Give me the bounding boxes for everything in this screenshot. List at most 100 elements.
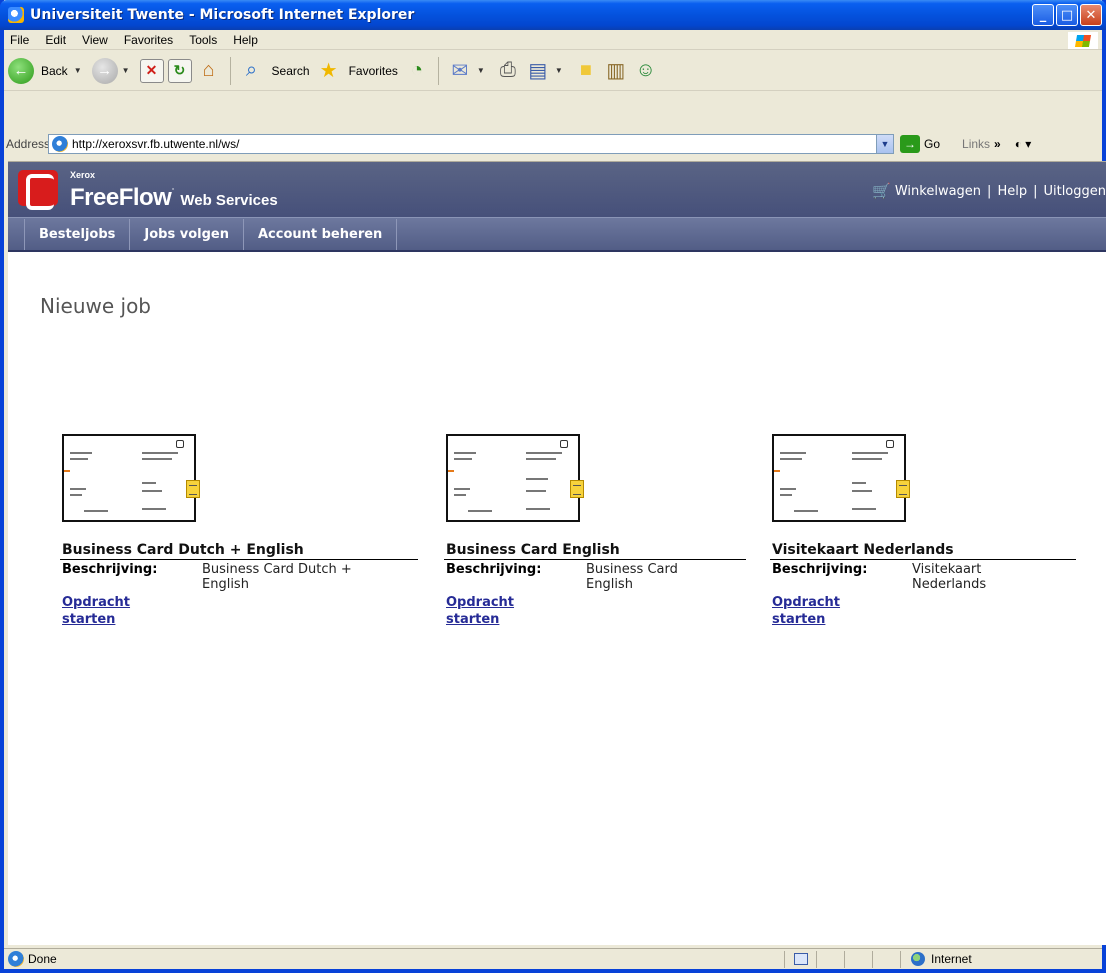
menu-edit[interactable]: Edit — [37, 33, 74, 47]
menu-help[interactable]: Help — [225, 33, 266, 47]
job-description: Beschrijving: Business Card English — [444, 562, 746, 592]
ie-icon — [8, 951, 24, 967]
windows-logo-icon — [1068, 32, 1098, 49]
status-text: Done — [28, 952, 57, 966]
thumb-line — [142, 482, 156, 484]
thumb-line — [852, 452, 888, 454]
status-bar: Done Internet — [4, 948, 1102, 969]
business-card-thumbnail[interactable] — [62, 434, 200, 522]
back-button-label[interactable]: Back — [41, 64, 68, 78]
thumb-line — [454, 488, 470, 490]
thumb-line — [454, 452, 476, 454]
help-link[interactable]: Help — [997, 184, 1027, 199]
zone-label: Internet — [931, 952, 972, 966]
history-icon[interactable]: ◔ — [404, 58, 430, 84]
separator: | — [1033, 183, 1038, 199]
stop-icon[interactable]: ✕ — [139, 58, 164, 83]
back-icon[interactable]: ← — [8, 57, 34, 84]
thumb-line — [142, 508, 166, 510]
thumb-line — [852, 508, 876, 510]
thumb-line — [454, 494, 466, 496]
start-job-link[interactable]: Opdracht starten — [444, 594, 534, 628]
thumb-line — [526, 458, 556, 460]
search-icon[interactable]: ⌕ — [239, 58, 265, 84]
thumb-accent — [448, 470, 454, 472]
back-dropdown-icon[interactable]: ▼ — [74, 66, 82, 75]
mail-icon[interactable]: ✉ — [447, 58, 473, 84]
messenger-icon[interactable]: ☺ — [633, 58, 659, 84]
job-title: Business Card English — [444, 542, 746, 560]
favorites-icon[interactable]: ★ — [316, 58, 342, 84]
page-viewport: Xerox FreeFlow˙ Web Services 🛒 Winkelwag… — [8, 161, 1106, 945]
business-card-thumbnail[interactable] — [772, 434, 910, 522]
thumb-line — [70, 458, 88, 460]
description-value: Business Card Dutch + English — [202, 562, 352, 592]
discuss-icon[interactable]: ■ — [573, 58, 599, 84]
thumb-line — [794, 510, 818, 512]
chevron-right-icon[interactable]: » — [994, 137, 1001, 151]
edit-icon[interactable]: ▤ — [525, 58, 551, 84]
thumb-line — [70, 488, 86, 490]
toolbar-separator — [229, 56, 231, 85]
status-cell — [844, 950, 872, 968]
favorites-button-label[interactable]: Favorites — [349, 64, 398, 78]
page-icon — [793, 953, 808, 965]
forward-dropdown-icon[interactable]: ▼ — [122, 66, 130, 75]
cart-icon[interactable]: 🛒 — [872, 182, 891, 200]
address-url[interactable]: http://xeroxsvr.fb.utwente.nl/ws/ — [72, 137, 239, 151]
xerox-logo-icon — [18, 170, 58, 210]
thumb-line — [780, 458, 802, 460]
thumb-accent — [64, 470, 70, 472]
toolbar-separator — [437, 56, 439, 85]
close-button[interactable]: ✕ — [1080, 4, 1102, 26]
search-button-label[interactable]: Search — [272, 64, 310, 78]
description-value: Business Card English — [586, 562, 678, 592]
thumb-line — [70, 494, 82, 496]
thumb-line — [70, 452, 92, 454]
window-title: Universiteit Twente - Microsoft Internet… — [30, 7, 415, 23]
note-icon — [186, 480, 200, 498]
page-title: Nieuwe job — [40, 294, 152, 318]
status-cell — [872, 950, 900, 968]
thumb-line — [852, 490, 872, 492]
menu-favorites[interactable]: Favorites — [116, 33, 181, 47]
logout-link[interactable]: Uitloggen — [1043, 184, 1106, 199]
address-input[interactable]: http://xeroxsvr.fb.utwente.nl/ws/ ▼ — [48, 134, 894, 154]
maximize-button[interactable]: □ — [1056, 4, 1078, 26]
thumb-line — [526, 478, 548, 480]
print-icon[interactable]: ⎙ — [495, 58, 521, 84]
job-card: Business Card English Beschrijving: Busi… — [444, 434, 746, 628]
go-arrow-icon: → — [900, 135, 920, 153]
refresh-icon[interactable]: ↻ — [167, 58, 192, 83]
mail-dropdown-icon[interactable]: ▼ — [477, 66, 485, 75]
menu-tools[interactable]: Tools — [181, 33, 225, 47]
start-job-link[interactable]: Opdracht starten — [770, 594, 860, 628]
thumb-line — [142, 458, 172, 460]
job-title: Business Card Dutch + English — [60, 542, 418, 560]
edit-dropdown-icon[interactable]: ▼ — [555, 66, 563, 75]
job-card: Visitekaart Nederlands Beschrijving: Vis… — [770, 434, 1076, 628]
home-icon[interactable]: ⌂ — [196, 58, 222, 84]
start-job-link[interactable]: Opdracht starten — [60, 594, 150, 628]
menu-file[interactable]: File — [4, 33, 37, 47]
menu-view[interactable]: View — [74, 33, 116, 47]
go-button[interactable]: → Go — [900, 135, 940, 153]
research-icon[interactable]: ▥ — [603, 58, 629, 84]
business-card-thumbnail[interactable] — [446, 434, 584, 522]
utility-links: 🛒 Winkelwagen | Help | Uitloggen — [872, 182, 1106, 200]
nav-account-beheren[interactable]: Account beheren — [244, 218, 398, 250]
minimize-button[interactable]: _ — [1032, 4, 1054, 26]
nav-jobs-volgen[interactable]: Jobs volgen — [130, 218, 244, 250]
cart-link[interactable]: Winkelwagen — [895, 184, 981, 199]
extension-icon[interactable]: ◐ ▾ — [1015, 137, 1032, 151]
nav-besteljobs[interactable]: Besteljobs — [24, 218, 131, 250]
job-description: Beschrijving: Visitekaart Nederlands — [770, 562, 1076, 592]
status-cell — [816, 950, 844, 968]
address-dropdown-icon[interactable]: ▼ — [876, 135, 893, 153]
thumb-line — [468, 510, 492, 512]
forward-icon[interactable]: → — [91, 57, 118, 84]
links-toolbar[interactable]: Links» — [962, 137, 1001, 151]
thumb-line — [780, 488, 796, 490]
go-label: Go — [924, 137, 941, 151]
separator: | — [987, 183, 992, 199]
